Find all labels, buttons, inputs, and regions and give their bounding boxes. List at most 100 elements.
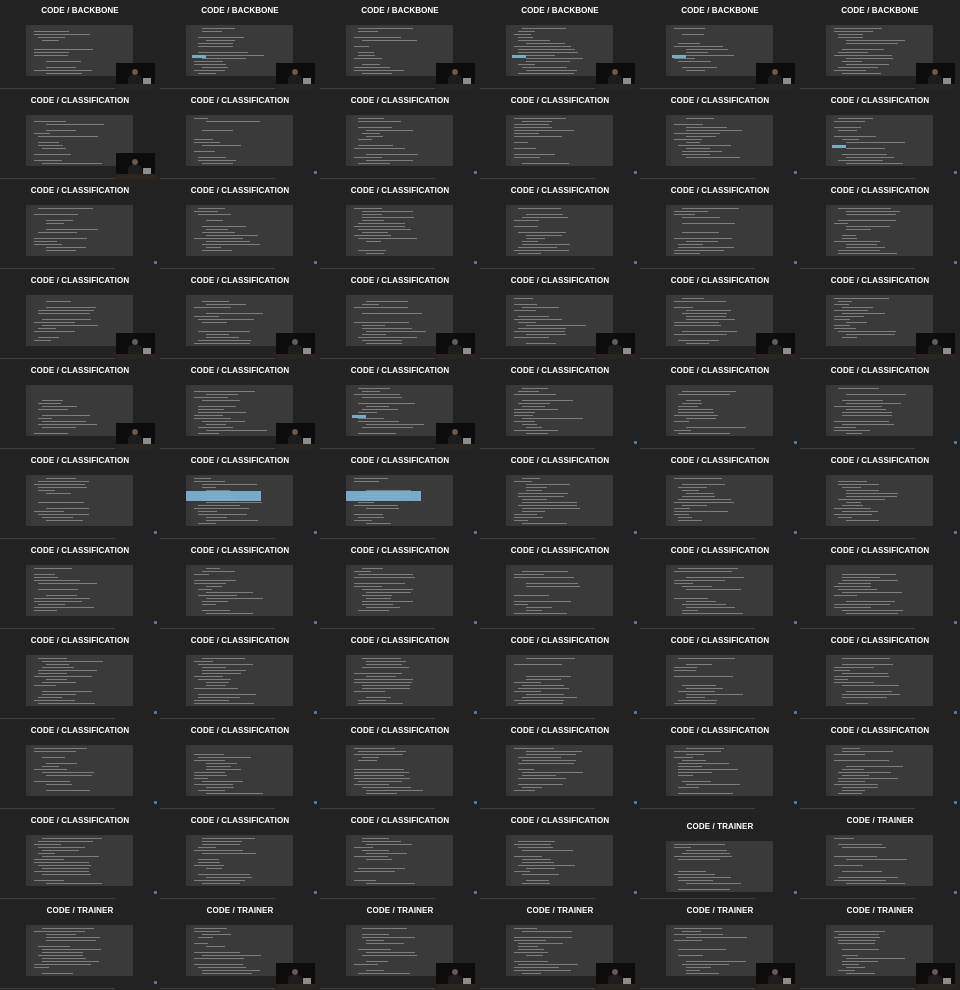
video-frame-thumbnail[interactable]: CODE / CLASSIFICATION [320,630,480,720]
code-line [362,658,401,659]
code-line [34,880,64,881]
mouse-cursor-icon [954,801,957,804]
text-selection-highlight [672,55,686,58]
video-frame-thumbnail[interactable]: CODE / TRAINER [480,900,640,990]
video-frame-thumbnail[interactable]: CODE / CLASSIFICATION [800,270,960,360]
video-frame-thumbnail[interactable]: CODE / CLASSIFICATION [160,540,320,630]
code-line [358,163,390,164]
code-line [678,763,729,764]
code-line [682,484,725,485]
frame-title: CODE / BACKBONE [681,6,759,15]
video-frame-thumbnail[interactable]: CODE / CLASSIFICATION [480,540,640,630]
video-frame-thumbnail[interactable]: CODE / CLASSIFICATION [800,540,960,630]
video-frame-thumbnail[interactable]: CODE / CLASSIFICATION [320,810,480,900]
video-frame-thumbnail[interactable]: CODE / BACKBONE [0,0,160,90]
video-frame-thumbnail[interactable]: CODE / TRAINER [800,900,960,990]
code-line [46,250,76,251]
video-frame-thumbnail[interactable]: CODE / CLASSIFICATION [320,720,480,810]
video-frame-thumbnail[interactable]: CODE / CLASSIFICATION [320,360,480,450]
code-line [834,241,880,242]
video-frame-thumbnail[interactable]: CODE / CLASSIFICATION [320,540,480,630]
video-frame-thumbnail[interactable]: CODE / CLASSIFICATION [0,630,160,720]
video-frame-thumbnail[interactable]: CODE / TRAINER [640,810,800,900]
code-line [846,973,875,974]
video-frame-thumbnail[interactable]: CODE / CLASSIFICATION [320,90,480,180]
video-frame-thumbnail[interactable]: CODE / CLASSIFICATION [640,540,800,630]
video-frame-thumbnail[interactable]: CODE / CLASSIFICATION [0,90,160,180]
video-frame-thumbnail[interactable]: CODE / CLASSIFICATION [800,720,960,810]
video-frame-thumbnail[interactable]: CODE / CLASSIFICATION [320,270,480,360]
video-frame-thumbnail[interactable]: CODE / CLASSIFICATION [640,450,800,540]
frame-title: CODE / CLASSIFICATION [190,546,290,555]
video-frame-thumbnail[interactable]: CODE / CLASSIFICATION [160,450,320,540]
video-frame-thumbnail[interactable]: CODE / CLASSIFICATION [480,450,640,540]
video-frame-thumbnail[interactable]: CODE / CLASSIFICATION [0,360,160,450]
video-frame-thumbnail[interactable]: CODE / BACKBONE [800,0,960,90]
video-frame-thumbnail[interactable]: CODE / CLASSIFICATION [480,270,640,360]
video-frame-thumbnail[interactable]: CODE / CLASSIFICATION [160,270,320,360]
video-frame-thumbnail[interactable]: CODE / CLASSIFICATION [640,720,800,810]
video-frame-thumbnail[interactable]: CODE / TRAINER [0,900,160,990]
code-line [526,61,570,62]
frame-title: CODE / CLASSIFICATION [670,546,770,555]
video-frame-thumbnail[interactable]: CODE / TRAINER [640,900,800,990]
video-frame-thumbnail[interactable]: CODE / CLASSIFICATION [160,90,320,180]
video-frame-thumbnail[interactable]: CODE / CLASSIFICATION [800,630,960,720]
code-line [38,328,56,329]
video-frame-thumbnail[interactable]: CODE / CLASSIFICATION [160,720,320,810]
video-frame-thumbnail[interactable]: CODE / CLASSIFICATION [0,180,160,270]
code-line [194,952,240,953]
webcam-desk [756,354,795,359]
video-frame-thumbnail[interactable]: CODE / CLASSIFICATION [160,180,320,270]
code-line [194,70,225,71]
video-frame-thumbnail[interactable]: CODE / BACKBONE [160,0,320,90]
video-frame-thumbnail[interactable]: CODE / CLASSIFICATION [480,810,640,900]
code-line [34,433,68,434]
video-frame-thumbnail[interactable]: CODE / CLASSIFICATION [640,360,800,450]
code-line [682,931,701,932]
video-frame-thumbnail[interactable]: CODE / BACKBONE [320,0,480,90]
video-frame-thumbnail[interactable]: CODE / CLASSIFICATION [0,810,160,900]
video-frame-thumbnail[interactable]: CODE / CLASSIFICATION [800,90,960,180]
code-line [846,958,905,959]
video-frame-thumbnail[interactable]: CODE / CLASSIFICATION [320,180,480,270]
video-frame-thumbnail[interactable]: CODE / CLASSIFICATION [160,810,320,900]
video-frame-thumbnail[interactable]: CODE / CLASSIFICATION [800,450,960,540]
video-frame-thumbnail[interactable]: CODE / CLASSIFICATION [480,720,640,810]
video-frame-thumbnail[interactable]: CODE / CLASSIFICATION [480,630,640,720]
code-line [834,667,874,668]
video-frame-thumbnail[interactable]: CODE / CLASSIFICATION [480,180,640,270]
code-line [834,760,889,761]
code-line [842,49,884,50]
video-frame-thumbnail[interactable]: CODE / CLASSIFICATION [640,630,800,720]
video-frame-thumbnail[interactable]: CODE / TRAINER [320,900,480,990]
video-frame-thumbnail[interactable]: CODE / CLASSIFICATION [480,360,640,450]
video-frame-thumbnail[interactable]: CODE / CLASSIFICATION [480,90,640,180]
video-frame-thumbnail[interactable]: CODE / TRAINER [800,810,960,900]
code-line [358,973,410,974]
video-frame-thumbnail[interactable]: CODE / BACKBONE [640,0,800,90]
video-frame-thumbnail[interactable]: CODE / CLASSIFICATION [640,90,800,180]
video-frame-thumbnail[interactable]: CODE / CLASSIFICATION [0,720,160,810]
frame-timeline-line [800,358,915,359]
video-frame-thumbnail[interactable]: CODE / TRAINER [160,900,320,990]
video-frame-thumbnail[interactable]: CODE / CLASSIFICATION [0,540,160,630]
video-frame-thumbnail[interactable]: CODE / CLASSIFICATION [640,270,800,360]
video-frame-thumbnail[interactable]: CODE / CLASSIFICATION [160,630,320,720]
video-frame-thumbnail[interactable]: CODE / CLASSIFICATION [320,450,480,540]
video-frame-thumbnail[interactable]: CODE / CLASSIFICATION [800,180,960,270]
line-number-gutter [186,745,191,796]
video-frame-thumbnail[interactable]: CODE / CLASSIFICATION [640,180,800,270]
code-line [366,607,400,608]
code-line [206,568,220,569]
video-frame-thumbnail[interactable]: CODE / CLASSIFICATION [0,270,160,360]
code-line [42,952,83,953]
video-frame-thumbnail[interactable]: CODE / BACKBONE [480,0,640,90]
video-frame-thumbnail[interactable]: CODE / CLASSIFICATION [0,450,160,540]
code-line [526,43,565,44]
video-frame-thumbnail[interactable]: CODE / CLASSIFICATION [800,360,960,450]
code-line [682,760,706,761]
code-line [686,157,740,158]
frame-title: CODE / CLASSIFICATION [30,366,130,375]
video-frame-thumbnail[interactable]: CODE / CLASSIFICATION [160,360,320,450]
